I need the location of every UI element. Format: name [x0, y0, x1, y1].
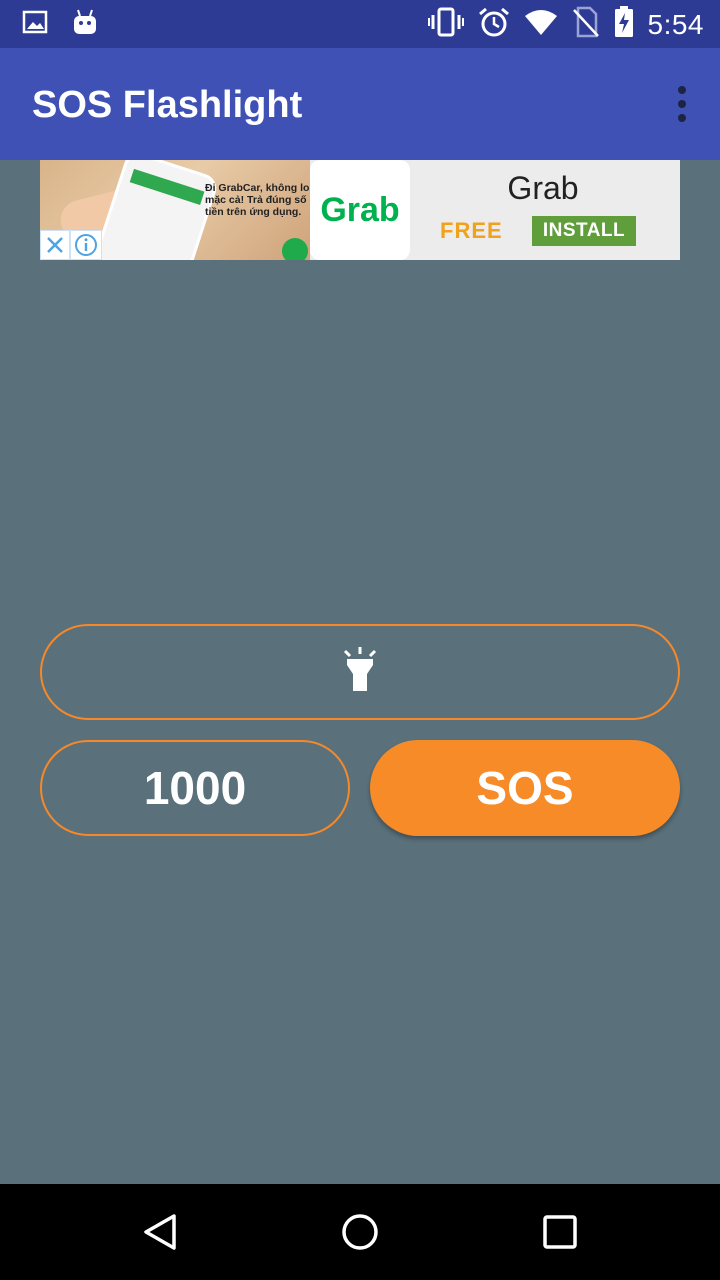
close-icon[interactable]	[40, 230, 70, 260]
app-title: SOS Flashlight	[32, 84, 303, 126]
vibrate-icon	[427, 6, 464, 43]
more-vert-icon[interactable]	[670, 86, 694, 122]
interval-button[interactable]: 1000	[40, 740, 350, 836]
wifi-icon	[524, 8, 558, 41]
sos-button[interactable]: SOS	[370, 740, 680, 836]
ad-banner[interactable]: Đi GrabCar, không lo mặc cả! Trả đúng số…	[40, 160, 680, 260]
navigation-bar	[0, 1184, 720, 1280]
home-icon[interactable]	[340, 1212, 380, 1252]
back-icon[interactable]	[140, 1212, 180, 1252]
ad-image-text: Đi GrabCar, không lo mặc cả! Trả đúng số…	[205, 182, 310, 218]
app-bar: SOS Flashlight	[0, 48, 720, 160]
image-icon	[22, 8, 48, 41]
ad-app-name: Grab	[507, 170, 579, 206]
status-bar: 5:54	[0, 0, 720, 48]
alarm-icon	[478, 6, 510, 43]
ad-price-label: FREE	[440, 218, 503, 243]
info-icon[interactable]	[70, 230, 102, 260]
car-icon	[282, 238, 308, 260]
flashlight-toggle-button[interactable]	[40, 624, 680, 720]
android-icon	[72, 8, 98, 41]
flashlight-icon	[340, 646, 380, 698]
grab-logo[interactable]: Grab	[310, 160, 410, 260]
install-button[interactable]: INSTALL	[532, 216, 636, 246]
status-time: 5:54	[647, 8, 704, 40]
recents-icon[interactable]	[540, 1212, 580, 1252]
no-sim-icon	[572, 6, 600, 43]
battery-charging-icon	[614, 6, 634, 43]
